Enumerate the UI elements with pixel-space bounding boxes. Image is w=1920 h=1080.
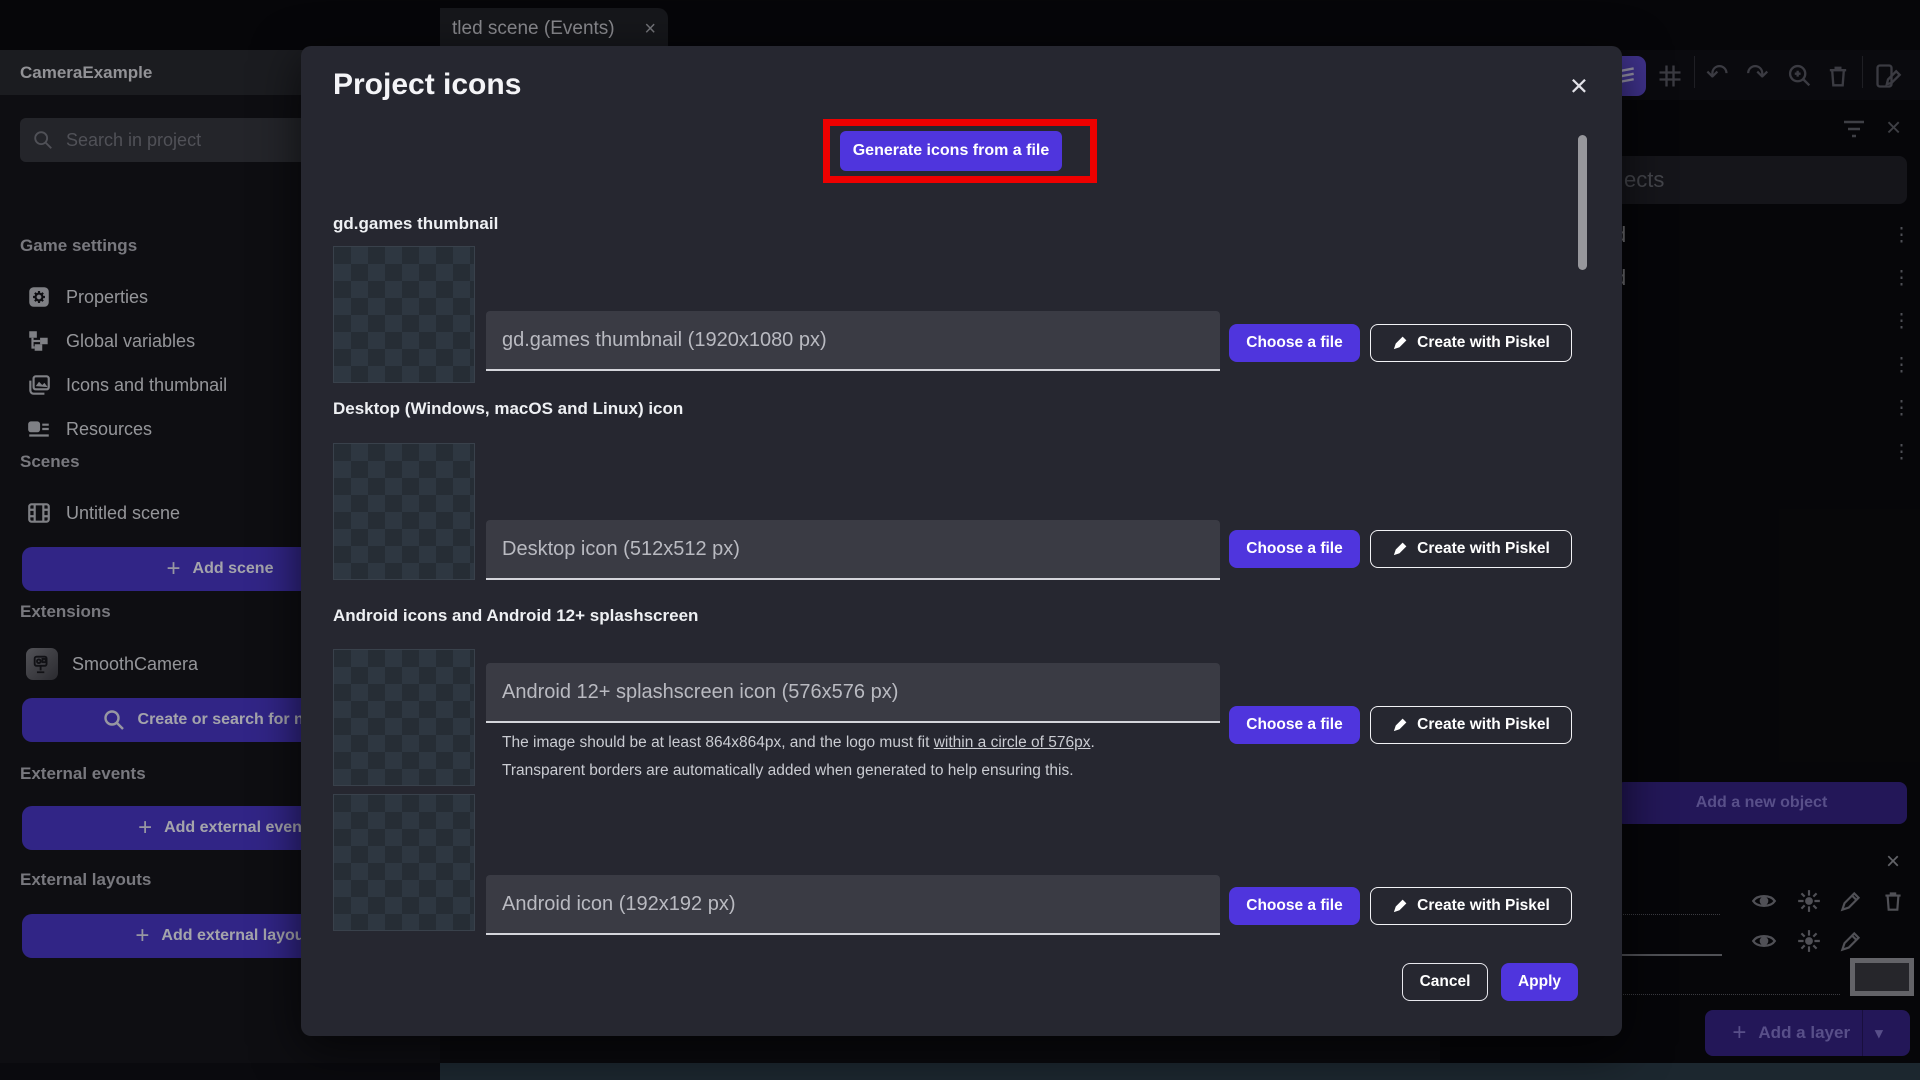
create-with-piskel-button[interactable]: Create with Piskel: [1370, 324, 1572, 362]
gdgames-thumbnail-field[interactable]: [486, 311, 1220, 371]
section-heading-gdgames: gd.games thumbnail: [333, 214, 499, 233]
help-text: .: [1090, 734, 1095, 751]
piskel-label: Create with Piskel: [1417, 540, 1550, 557]
help-text: The image should be at least 864x864px, …: [502, 734, 934, 751]
thumbnail-preview-checkerboard: [333, 246, 475, 383]
thumbnail-preview-checkerboard: [333, 794, 475, 931]
thumbnail-preview-checkerboard: [333, 443, 475, 580]
apply-button[interactable]: Apply: [1501, 963, 1578, 1001]
cancel-button[interactable]: Cancel: [1402, 963, 1488, 1001]
choose-file-label: Choose a file: [1246, 897, 1343, 914]
choose-file-button[interactable]: Choose a file: [1229, 324, 1360, 362]
android-splashscreen-field[interactable]: [486, 663, 1220, 723]
close-icon: ×: [1569, 68, 1588, 103]
apply-label: Apply: [1517, 973, 1562, 990]
thumbnail-preview-checkerboard: [333, 649, 475, 786]
piskel-label: Create with Piskel: [1417, 897, 1550, 914]
piskel-label: Create with Piskel: [1417, 334, 1550, 351]
choose-file-label: Choose a file: [1246, 334, 1343, 351]
pen-icon: [1394, 899, 1407, 912]
choose-file-button[interactable]: Choose a file: [1229, 530, 1360, 568]
android-icon-field[interactable]: [486, 875, 1220, 935]
create-with-piskel-button[interactable]: Create with Piskel: [1370, 706, 1572, 744]
choose-file-button[interactable]: Choose a file: [1229, 887, 1360, 925]
create-with-piskel-button[interactable]: Create with Piskel: [1370, 887, 1572, 925]
create-with-piskel-button[interactable]: Create with Piskel: [1370, 530, 1572, 568]
generate-icons-label: Generate icons from a file: [852, 142, 1050, 159]
choose-file-label: Choose a file: [1246, 716, 1343, 733]
splashscreen-help-line1: The image should be at least 864x864px, …: [502, 734, 1095, 752]
dialog-close-button[interactable]: ×: [1570, 70, 1588, 101]
pen-icon: [1394, 542, 1407, 555]
generate-icons-button[interactable]: Generate icons from a file: [840, 131, 1062, 171]
section-heading-desktop: Desktop (Windows, macOS and Linux) icon: [333, 399, 684, 418]
help-text-underlined: within a circle of 576px: [933, 734, 1091, 751]
pen-icon: [1394, 718, 1407, 731]
splashscreen-help-line2: Transparent borders are automatically ad…: [502, 762, 1074, 779]
choose-file-label: Choose a file: [1246, 540, 1343, 557]
piskel-label: Create with Piskel: [1417, 716, 1550, 733]
dialog-scrollbar[interactable]: [1578, 135, 1587, 270]
cancel-label: Cancel: [1419, 973, 1471, 990]
choose-file-button[interactable]: Choose a file: [1229, 706, 1360, 744]
pen-icon: [1394, 336, 1407, 349]
desktop-icon-field[interactable]: [486, 520, 1220, 580]
dialog-title: Project icons: [333, 68, 522, 101]
section-heading-android: Android icons and Android 12+ splashscre…: [333, 606, 699, 625]
project-icons-dialog: Project icons × Generate icons from a fi…: [301, 46, 1622, 1036]
gdevelop-app: tled scene (Events) × CameraExample Game…: [0, 0, 1920, 1080]
